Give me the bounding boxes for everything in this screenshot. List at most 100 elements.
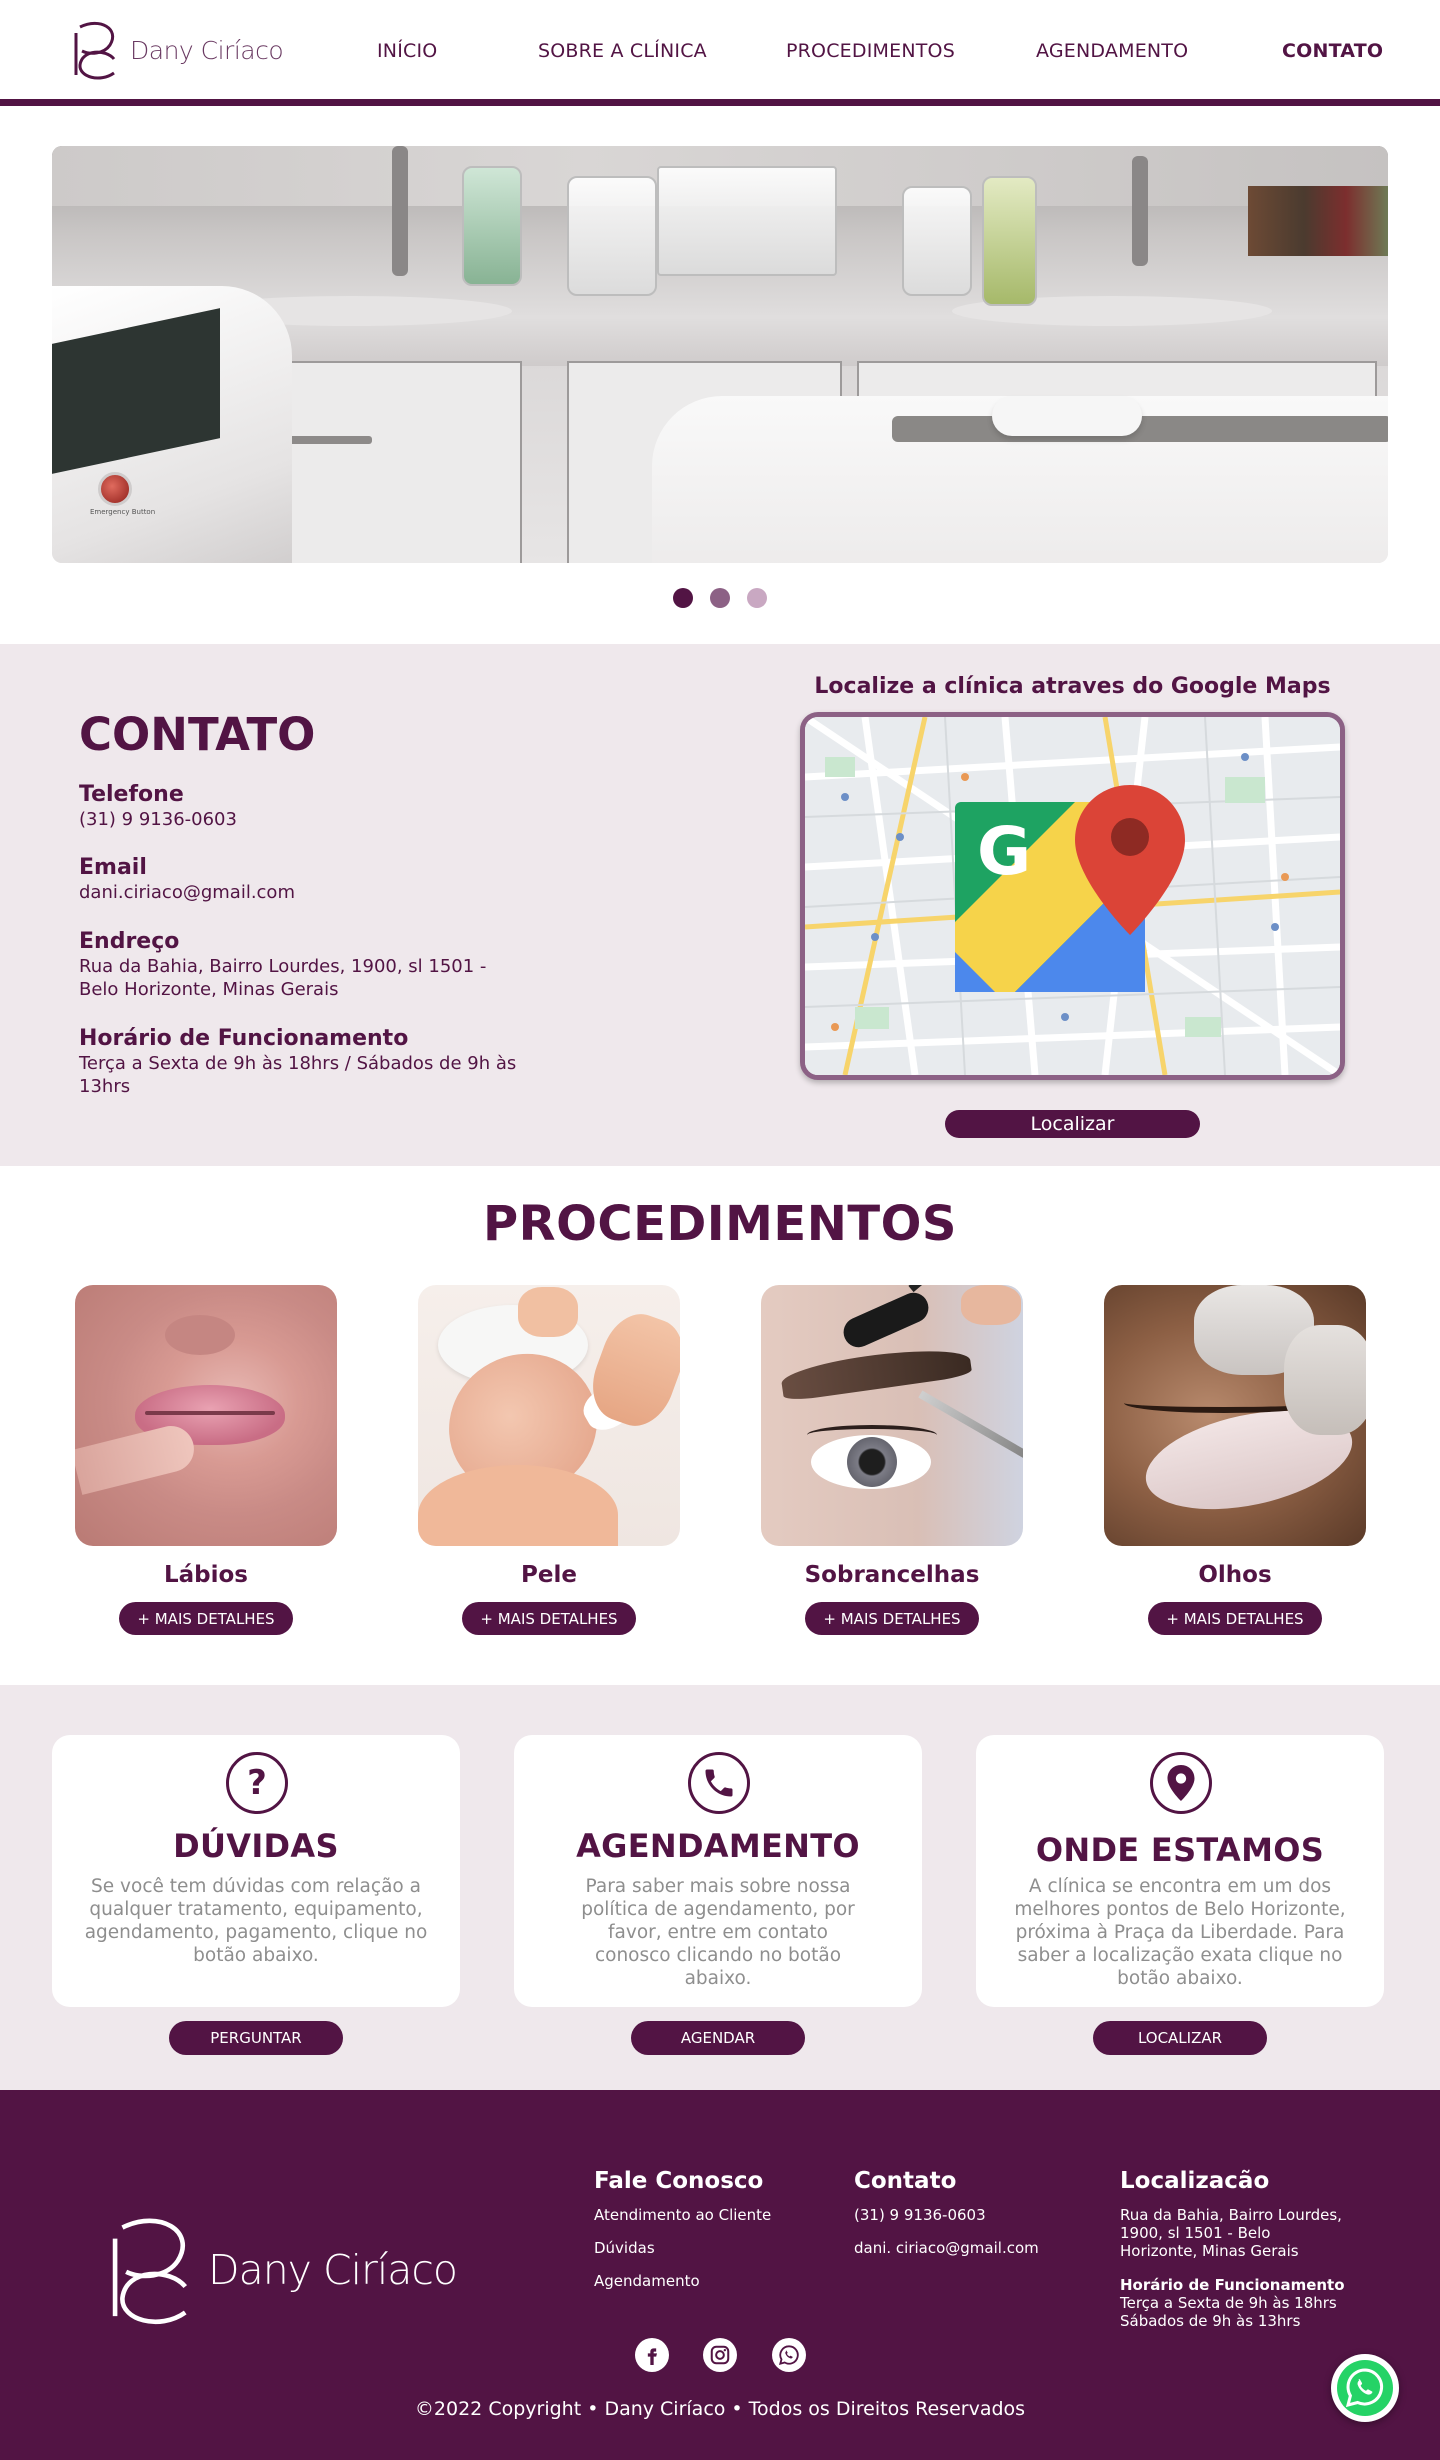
slider-dot-2[interactable] — [710, 588, 730, 608]
mais-detalhes-pele-button[interactable]: + MAIS DETALHES — [462, 1602, 636, 1635]
footer-brand-name: Dany Ciríaco — [208, 2246, 458, 2294]
localizar-button[interactable]: Localizar — [945, 1110, 1200, 1138]
info-text-duvidas: Se você tem dúvidas com relação a qualqu… — [84, 1876, 428, 1966]
footer-hours-title: Horário de Funcionamento — [1120, 2276, 1345, 2294]
procedure-card-labios: Lábios + MAIS DETALHES — [75, 1285, 337, 1635]
whatsapp-icon[interactable] — [772, 2338, 806, 2372]
procedures-title: PROCEDIMENTOS — [482, 1196, 957, 1252]
slider-dot-3[interactable] — [747, 588, 767, 608]
faucet-left — [392, 146, 408, 276]
mais-detalhes-olhos-button[interactable]: + MAIS DETALHES — [1148, 1602, 1322, 1635]
procedure-image-olhos[interactable] — [1104, 1285, 1366, 1546]
footer-address-line-1: Rua da Bahia, Bairro Lourdes, — [1120, 2206, 1342, 2224]
footer-link-duvidas[interactable]: Dúvidas — [594, 2239, 771, 2257]
slider-dot-1[interactable] — [673, 588, 693, 608]
footer-local-title: Localizacão — [1120, 2168, 1270, 2194]
footer-address-line-3: Horizonte, Minas Gerais — [1120, 2242, 1299, 2260]
cabinet-handle — [282, 436, 372, 444]
phone-label: Telefone — [79, 782, 184, 807]
procedure-card-pele: Pele + MAIS DETALHES — [418, 1285, 680, 1635]
info-card-agendamento: AGENDAMENTO Para saber mais sobre nossa … — [514, 1735, 922, 2007]
whatsapp-float-icon — [1337, 2360, 1393, 2416]
procedure-card-sobrancelhas: Sobrancelhas + MAIS DETALHES — [761, 1285, 1023, 1635]
procedure-name-pele: Pele — [521, 1562, 577, 1588]
contact-hours: Horário de Funcionamento Terça a Sexta d… — [79, 1026, 519, 1098]
soap-bottle — [982, 176, 1037, 306]
info-card-onde-estamos: ONDE ESTAMOS A clínica se encontra em um… — [976, 1735, 1384, 2007]
folded-towel — [992, 396, 1142, 436]
hero-slide-image: Emergency Button — [52, 146, 1388, 563]
info-text-agendamento: Para saber mais sobre nossa política de … — [581, 1876, 855, 1989]
main-nav: INÍCIO SOBRE A CLÍNICA PROCEDIMENTOS AGE… — [0, 40, 1440, 70]
green-bottle — [462, 166, 522, 286]
info-title-duvidas: DÚVIDAS — [173, 1827, 339, 1865]
copyright-text: ©2022 Copyright • Dany Ciríaco • Todos o… — [414, 2398, 1026, 2420]
footer-hours-line-1: Terça a Sexta de 9h às 18hrs — [1120, 2294, 1337, 2312]
agendar-button[interactable]: AGENDAR — [631, 2021, 805, 2055]
email-value[interactable]: dani.ciriaco@gmail.com — [79, 881, 519, 904]
faucet-right — [1132, 156, 1148, 266]
whatsapp-float-button[interactable] — [1331, 2354, 1399, 2422]
slider-dots — [0, 588, 1440, 608]
procedure-image-sobrancelhas[interactable] — [761, 1285, 1023, 1546]
google-maps-preview[interactable]: G — [800, 712, 1345, 1080]
contact-address: Endreço Rua da Bahia, Bairro Lourdes, 19… — [79, 929, 519, 1001]
footer-link-agendamento[interactable]: Agendamento — [594, 2272, 771, 2290]
machine-label: Emergency Button — [90, 508, 156, 516]
address-line-2: Belo Horizonte, Minas Gerais — [79, 979, 339, 1000]
nav-item-agendamento[interactable]: AGENDAMENTO — [1036, 40, 1188, 62]
footer-col-contato: Contato (31) 9 9136-0603 dani. ciriaco@g… — [854, 2168, 1039, 2272]
dc-monogram-icon — [112, 2218, 188, 2324]
footer-hours-line-2: Sábados de 9h às 13hrs — [1120, 2312, 1301, 2330]
hours-label: Horário de Funcionamento — [79, 1026, 409, 1051]
procedure-image-pele[interactable] — [418, 1285, 680, 1546]
localizar-card-button[interactable]: LOCALIZAR — [1093, 2021, 1267, 2055]
phone-value[interactable]: (31) 9 9136-0603 — [79, 808, 519, 831]
footer-phone[interactable]: (31) 9 9136-0603 — [854, 2206, 1039, 2224]
map-title: Localize a clínica atraves do Google Map… — [814, 674, 1331, 699]
perguntar-button[interactable]: PERGUNTAR — [169, 2021, 343, 2055]
tray-box — [657, 166, 837, 276]
footer-link-atendimento[interactable]: Atendimento ao Cliente — [594, 2206, 771, 2224]
emergency-button-icon — [98, 472, 132, 506]
contact-email: Email dani.ciriaco@gmail.com — [79, 855, 519, 904]
nav-item-sobre[interactable]: SOBRE A CLÍNICA — [538, 40, 707, 62]
nav-item-procedimentos[interactable]: PROCEDIMENTOS — [786, 40, 955, 62]
map-background: G — [805, 717, 1340, 1075]
footer-col-localizacao: Localizacão Rua da Bahia, Bairro Lourdes… — [1120, 2168, 1345, 2330]
mais-detalhes-sobrancelhas-button[interactable]: + MAIS DETALHES — [805, 1602, 979, 1635]
tissue-box — [1248, 186, 1388, 256]
location-pin-icon — [1150, 1752, 1212, 1814]
address-line-1: Rua da Bahia, Bairro Lourdes, 1900, sl 1… — [79, 956, 487, 977]
mais-detalhes-labios-button[interactable]: + MAIS DETALHES — [119, 1602, 293, 1635]
procedure-name-sobrancelhas: Sobrancelhas — [804, 1562, 980, 1588]
procedure-image-labios[interactable] — [75, 1285, 337, 1546]
info-section: ? DÚVIDAS Se você tem dúvidas com relaçã… — [0, 1685, 1440, 2090]
footer-fale-title: Fale Conosco — [594, 2168, 764, 2194]
procedure-name-labios: Lábios — [163, 1562, 248, 1588]
contact-section: CONTATO Telefone (31) 9 9136-0603 Email … — [0, 644, 1440, 1166]
svg-text:?: ? — [247, 1763, 267, 1803]
footer-col-fale-conosco: Fale Conosco Atendimento ao Cliente Dúvi… — [594, 2168, 771, 2305]
info-card-duvidas: ? DÚVIDAS Se você tem dúvidas com relaçã… — [52, 1735, 460, 2007]
footer-email[interactable]: dani. ciriaco@gmail.com — [854, 2239, 1039, 2257]
address-label: Endreço — [79, 929, 180, 954]
svg-text:G: G — [977, 813, 1031, 890]
nav-item-contato[interactable]: CONTATO — [1282, 40, 1383, 62]
contact-title: CONTATO — [79, 708, 316, 761]
footer-address-line-2: 1900, sl 1501 - Belo — [1120, 2224, 1271, 2242]
info-text-onde-estamos: A clínica se encontra em um dos melhores… — [1014, 1876, 1346, 1989]
nav-item-inicio[interactable]: INÍCIO — [377, 40, 437, 62]
instagram-icon[interactable] — [703, 2338, 737, 2372]
hours-line-2: 13hrs — [79, 1076, 131, 1097]
email-label: Email — [79, 855, 147, 880]
footer-contato-title: Contato — [854, 2168, 957, 2194]
question-icon: ? — [226, 1752, 288, 1814]
hours-line-1: Terça a Sexta de 9h às 18hrs / Sábados d… — [79, 1053, 517, 1074]
facebook-icon[interactable] — [635, 2338, 669, 2372]
swab-jar — [902, 186, 972, 296]
footer-brand-logo[interactable]: Dany Ciríaco — [104, 2212, 458, 2328]
procedure-name-olhos: Olhos — [1198, 1562, 1272, 1588]
site-header: Dany Ciríaco INÍCIO SOBRE A CLÍNICA PROC… — [0, 0, 1440, 106]
info-title-agendamento: AGENDAMENTO — [576, 1827, 860, 1865]
